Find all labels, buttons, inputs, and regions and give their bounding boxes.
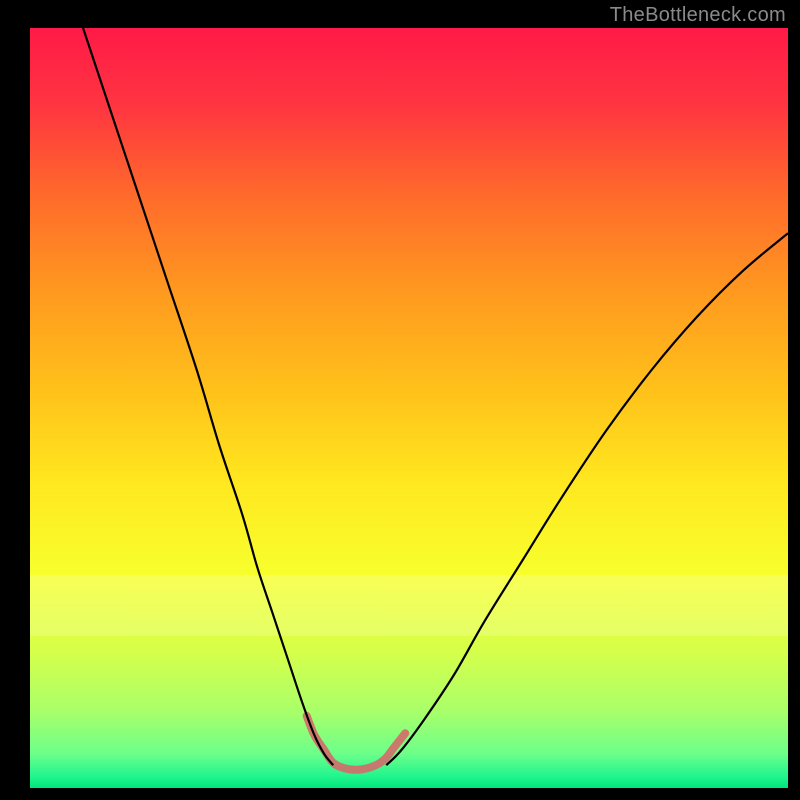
- watermark-text: TheBottleneck.com: [610, 4, 786, 27]
- chart-svg: [0, 0, 800, 800]
- chart-stage: TheBottleneck.com: [0, 0, 800, 800]
- pale-band: [30, 575, 788, 636]
- gradient-background: [30, 28, 788, 788]
